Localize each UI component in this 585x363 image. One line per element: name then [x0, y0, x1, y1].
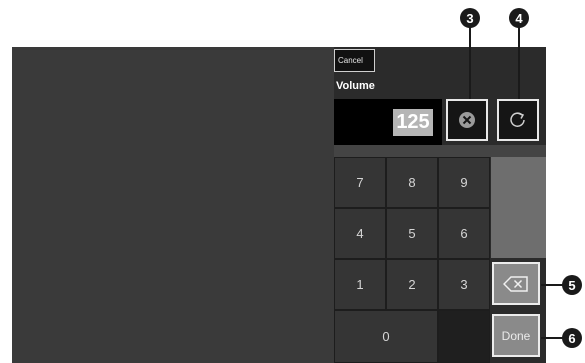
key-0[interactable]: 0	[334, 310, 438, 363]
key-blank	[438, 310, 490, 363]
side-spacer	[491, 157, 546, 258]
value-text: 125	[393, 109, 433, 136]
key-2[interactable]: 2	[386, 259, 438, 310]
key-9[interactable]: 9	[438, 157, 490, 208]
key-3[interactable]: 3	[438, 259, 490, 310]
callout-leader-3	[469, 26, 471, 99]
callout-leader-4	[518, 26, 520, 99]
key-7[interactable]: 7	[334, 157, 386, 208]
backspace-icon	[503, 275, 528, 292]
key-6[interactable]: 6	[438, 208, 490, 259]
callout-5: 5	[562, 275, 582, 295]
callout-leader-6	[541, 337, 563, 339]
callout-4: 4	[509, 8, 529, 28]
circle-x-icon	[459, 112, 475, 128]
key-1[interactable]: 1	[334, 259, 386, 310]
backspace-button[interactable]	[492, 262, 540, 305]
left-panel	[12, 47, 334, 363]
callout-6: 6	[562, 328, 582, 348]
clear-button[interactable]	[446, 99, 488, 141]
cancel-button[interactable]: Cancel	[334, 49, 375, 72]
separator-strip	[334, 145, 546, 157]
key-4[interactable]: 4	[334, 208, 386, 259]
callout-3: 3	[460, 8, 480, 28]
key-8[interactable]: 8	[386, 157, 438, 208]
key-5[interactable]: 5	[386, 208, 438, 259]
reset-button[interactable]	[497, 99, 539, 141]
field-label: Volume	[336, 80, 375, 92]
done-button[interactable]: Done	[492, 314, 540, 357]
callout-leader-5	[541, 284, 563, 286]
refresh-icon	[510, 112, 525, 127]
